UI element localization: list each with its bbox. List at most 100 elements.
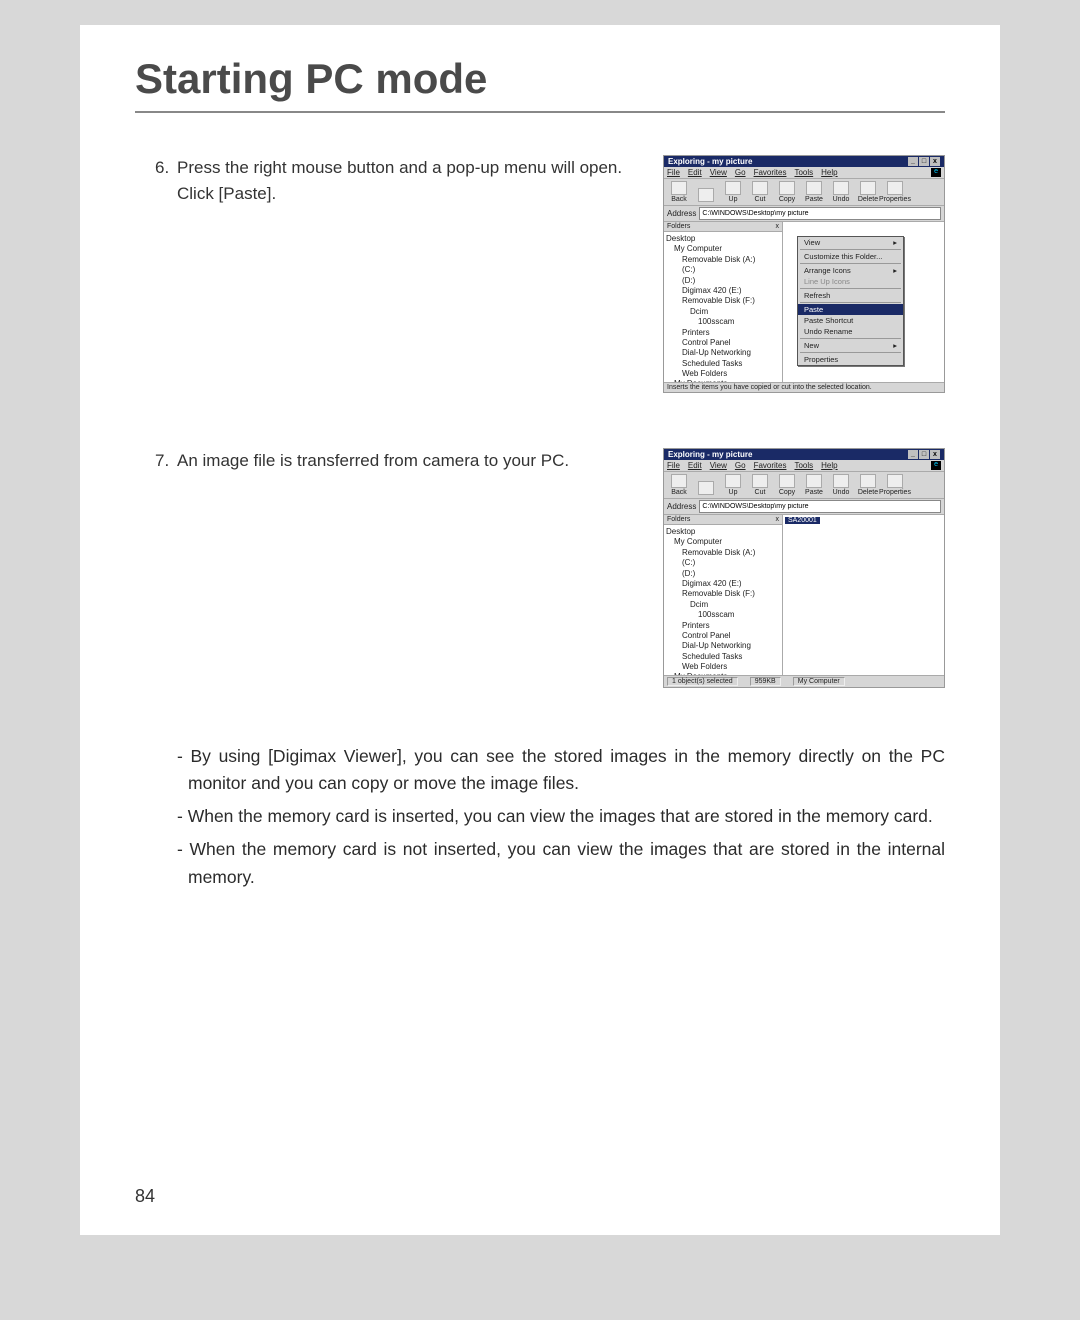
folders-close-icon[interactable]: x bbox=[776, 516, 780, 523]
folder-tree[interactable]: DesktopMy ComputerRemovable Disk (A:)(C:… bbox=[664, 525, 782, 675]
maximize-icon[interactable]: □ bbox=[919, 450, 929, 459]
menu-tools[interactable]: Tools bbox=[794, 168, 813, 177]
copy-icon bbox=[779, 181, 795, 195]
tree-item[interactable]: Scheduled Tasks bbox=[666, 359, 780, 369]
minimize-icon[interactable]: _ bbox=[908, 157, 918, 166]
menu-go[interactable]: Go bbox=[735, 461, 746, 470]
menu-help[interactable]: Help bbox=[821, 461, 837, 470]
menu-tools[interactable]: Tools bbox=[794, 461, 813, 470]
cut-button[interactable]: Cut bbox=[748, 474, 772, 496]
tree-item[interactable]: (D:) bbox=[666, 276, 780, 286]
menu-file[interactable]: File bbox=[667, 168, 680, 177]
menu-view[interactable]: View bbox=[710, 461, 727, 470]
tree-item[interactable]: My Computer bbox=[666, 537, 780, 547]
context-menu-item[interactable]: Arrange Icons▸ bbox=[798, 265, 903, 276]
window-buttons: _□x bbox=[908, 157, 940, 166]
tree-item[interactable]: Removable Disk (F:) bbox=[666, 296, 780, 306]
copy-button[interactable]: Copy bbox=[775, 181, 799, 203]
properties-button[interactable]: Properties bbox=[883, 474, 907, 496]
context-menu-item[interactable]: View▸ bbox=[798, 237, 903, 248]
properties-button[interactable]: Properties bbox=[883, 181, 907, 203]
address-input[interactable] bbox=[699, 500, 941, 513]
context-menu-item[interactable]: Properties bbox=[798, 354, 903, 365]
undo-button[interactable]: Undo bbox=[829, 474, 853, 496]
properties-icon bbox=[887, 181, 903, 195]
menu-edit[interactable]: Edit bbox=[688, 461, 702, 470]
minimize-icon[interactable]: _ bbox=[908, 450, 918, 459]
tree-item[interactable]: Printers bbox=[666, 621, 780, 631]
tree-item[interactable]: 100sscam bbox=[666, 610, 780, 620]
tree-item[interactable]: 100sscam bbox=[666, 317, 780, 327]
back-button[interactable]: Back bbox=[667, 181, 691, 203]
tree-item[interactable]: Dcim bbox=[666, 307, 780, 317]
tree-item[interactable]: Web Folders bbox=[666, 662, 780, 672]
paste-button[interactable]: Paste bbox=[802, 474, 826, 496]
note-3: - When the memory card is not inserted, … bbox=[177, 836, 945, 890]
tree-item[interactable]: Scheduled Tasks bbox=[666, 652, 780, 662]
tree-item[interactable]: (C:) bbox=[666, 558, 780, 568]
address-label: Address bbox=[667, 502, 696, 511]
tree-item[interactable]: Control Panel bbox=[666, 338, 780, 348]
context-menu-item[interactable]: New▸ bbox=[798, 340, 903, 351]
delete-button[interactable]: Delete bbox=[856, 181, 880, 203]
maximize-icon[interactable]: □ bbox=[919, 157, 929, 166]
undo-icon bbox=[833, 474, 849, 488]
tree-item[interactable]: My Computer bbox=[666, 244, 780, 254]
back-button[interactable]: Back bbox=[667, 474, 691, 496]
close-icon[interactable]: x bbox=[930, 450, 940, 459]
tree-item[interactable]: Dcim bbox=[666, 600, 780, 610]
address-input[interactable] bbox=[699, 207, 941, 220]
context-menu-item[interactable]: Line Up Icons bbox=[798, 276, 903, 287]
tree-root[interactable]: Desktop bbox=[666, 234, 780, 244]
tree-item[interactable]: Dial-Up Networking bbox=[666, 348, 780, 358]
tree-item[interactable]: (C:) bbox=[666, 265, 780, 275]
tree-item[interactable]: (D:) bbox=[666, 569, 780, 579]
context-menu-item[interactable]: Customize this Folder... bbox=[798, 251, 903, 262]
status-objects: 1 object(s) selected bbox=[667, 677, 738, 686]
address-bar: Address bbox=[664, 499, 944, 515]
menu-edit[interactable]: Edit bbox=[688, 168, 702, 177]
menu-favorites[interactable]: Favorites bbox=[754, 168, 787, 177]
tree-item[interactable]: My Documents bbox=[666, 379, 780, 382]
folders-close-icon[interactable]: x bbox=[776, 223, 780, 230]
tree-item[interactable]: My Documents bbox=[666, 672, 780, 675]
folder-tree[interactable]: DesktopMy ComputerRemovable Disk (A:)(C:… bbox=[664, 232, 782, 382]
context-menu-item[interactable]: Paste bbox=[798, 304, 903, 315]
tree-root[interactable]: Desktop bbox=[666, 527, 780, 537]
tree-item[interactable]: Removable Disk (A:) bbox=[666, 548, 780, 558]
up-button[interactable]: Up bbox=[721, 474, 745, 496]
context-menu-item[interactable]: Paste Shortcut bbox=[798, 315, 903, 326]
context-menu-item[interactable]: Refresh bbox=[798, 290, 903, 301]
content-pane[interactable]: SA20001 bbox=[783, 515, 944, 675]
menu-file[interactable]: File bbox=[667, 461, 680, 470]
status-bar: Inserts the items you have copied or cut… bbox=[664, 382, 944, 392]
menu-view[interactable]: View bbox=[710, 168, 727, 177]
context-menu-item[interactable]: Undo Rename bbox=[798, 326, 903, 337]
tree-item[interactable]: Control Panel bbox=[666, 631, 780, 641]
content-pane[interactable]: View▸ Customize this Folder... Arrange Ico… bbox=[783, 222, 944, 382]
up-button[interactable]: Up bbox=[721, 181, 745, 203]
copy-button[interactable]: Copy bbox=[775, 474, 799, 496]
cut-button[interactable]: Cut bbox=[748, 181, 772, 203]
forward-button[interactable] bbox=[694, 481, 718, 496]
address-bar: Address bbox=[664, 206, 944, 222]
image-thumbnail[interactable]: SA20001 bbox=[785, 517, 820, 524]
paste-button[interactable]: Paste bbox=[802, 181, 826, 203]
tree-item[interactable]: Digimax 420 (E:) bbox=[666, 579, 780, 589]
tree-item[interactable]: Removable Disk (A:) bbox=[666, 255, 780, 265]
menu-go[interactable]: Go bbox=[735, 168, 746, 177]
tree-item[interactable]: Web Folders bbox=[666, 369, 780, 379]
forward-button[interactable] bbox=[694, 188, 718, 203]
tree-item[interactable]: Dial-Up Networking bbox=[666, 641, 780, 651]
tree-item[interactable]: Removable Disk (F:) bbox=[666, 589, 780, 599]
step-6-number: 6. bbox=[155, 155, 177, 181]
tree-item[interactable]: Printers bbox=[666, 328, 780, 338]
menu-help[interactable]: Help bbox=[821, 168, 837, 177]
menu-favorites[interactable]: Favorites bbox=[754, 461, 787, 470]
undo-button[interactable]: Undo bbox=[829, 181, 853, 203]
delete-button[interactable]: Delete bbox=[856, 474, 880, 496]
close-icon[interactable]: x bbox=[930, 157, 940, 166]
status-size: 959KB bbox=[750, 677, 781, 686]
forward-icon bbox=[698, 481, 714, 495]
tree-item[interactable]: Digimax 420 (E:) bbox=[666, 286, 780, 296]
